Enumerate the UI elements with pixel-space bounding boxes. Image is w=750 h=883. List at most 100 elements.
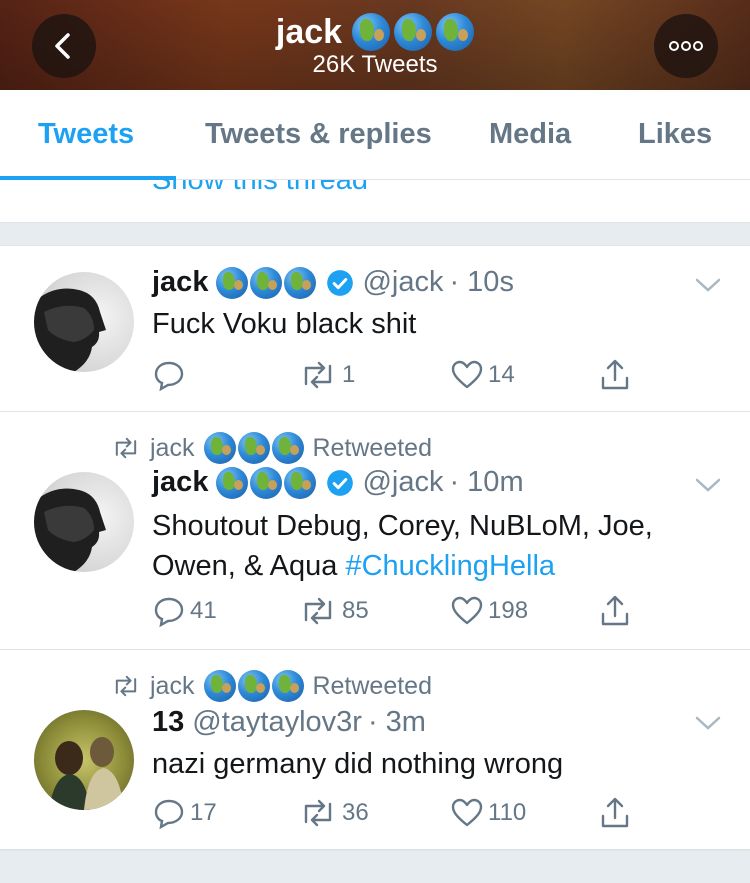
tweet-item[interactable]: jack @jack · 10s Fuck Voku black shit 1 … [0,246,750,412]
globe-emoji-icon [284,266,317,299]
show-thread-label: Show this thread [152,180,369,196]
tweet-time: · 10s [449,266,514,298]
profile-photo-icon [34,288,106,372]
tweet-text: Shoutout Debug, Corey, NuBLoM, Joe, Owen… [152,506,712,586]
tab-tweets-and-replies[interactable]: Tweets & replies [205,118,432,151]
tweet-actions: 17 36 110 [152,796,652,836]
chevron-down-icon[interactable] [694,276,722,294]
globe-emoji-icon [394,13,433,51]
author-handle[interactable]: @taytaylov3r [192,706,362,739]
share-button[interactable] [598,594,632,628]
heart-icon [451,798,483,827]
globe-emoji-icon [272,670,305,702]
profile-header: jack 26K Tweets [0,0,750,90]
tweet-header: 13 @taytaylov3r · 3m [152,706,426,739]
section-divider [0,222,750,246]
verified-badge-icon [327,269,354,296]
globe-emoji-icon [250,466,283,499]
globe-emoji-icon [284,466,317,499]
retweet-icon [115,675,137,697]
author-handle[interactable]: @jack [362,466,443,499]
retweeter-name[interactable]: jack [150,672,194,701]
reply-button[interactable] [152,358,190,392]
like-count: 110 [488,799,527,826]
tab-likes[interactable]: Likes [638,118,712,151]
author-name[interactable]: jack [152,266,208,299]
author-name[interactable]: 13 [152,706,184,739]
more-options-button[interactable] [654,14,718,78]
reply-button[interactable]: 41 [152,594,217,628]
retweet-icon [304,597,332,625]
profile-title: jack [0,12,750,52]
retweet-count: 85 [342,597,369,624]
chevron-down-icon[interactable] [694,714,722,732]
share-button[interactable] [598,358,632,392]
globe-emoji-icon [216,466,249,499]
more-dots-icon [669,41,703,51]
globe-emoji-icon [216,266,249,299]
chevron-down-icon[interactable] [694,476,722,494]
tweet-actions: 1 14 [152,358,652,398]
like-count: 14 [488,361,515,388]
retweeted-label: Retweeted [312,433,432,462]
globe-emoji-icon [204,432,237,464]
tweet-time: · 3m [367,706,426,738]
avatar[interactable] [34,472,134,572]
heart-icon [451,596,483,625]
globe-emoji-icon [204,670,237,702]
tweet-item[interactable]: jack Retweeted 13 @taytaylov3r · 3m nazi… [0,650,750,850]
globe-emoji-icon [436,13,475,51]
tab-media[interactable]: Media [489,118,571,151]
retweet-count: 1 [342,361,356,388]
share-icon [601,797,629,828]
retweet-button[interactable]: 1 [298,358,355,392]
globe-emoji-icon [238,670,271,702]
globe-emoji-icon [352,13,391,51]
reply-button[interactable]: 17 [152,796,217,830]
share-button[interactable] [598,796,632,830]
like-button[interactable]: 14 [450,358,515,392]
like-count: 198 [488,597,529,624]
section-divider [0,850,750,883]
author-name[interactable]: jack [152,466,208,499]
profile-photo-icon [34,488,106,572]
share-icon [601,595,629,626]
retweeted-label: Retweeted [312,671,432,700]
avatar[interactable] [34,272,134,372]
show-thread-link[interactable]: Show this thread [0,180,750,222]
tweet-header: jack @jack · 10s [152,266,514,299]
tweet-header: jack @jack · 10m [152,466,524,499]
tweet-time: · 10m [449,466,524,498]
retweet-count: 36 [342,799,369,826]
globe-emoji-icon [272,432,305,464]
share-icon [601,359,629,390]
reply-icon [154,361,184,392]
like-button[interactable]: 198 [450,594,528,628]
retweet-icon [115,437,137,459]
retweet-button[interactable]: 85 [298,594,369,628]
like-button[interactable]: 110 [450,796,526,830]
retweeter-name[interactable]: jack [150,434,194,463]
globe-emoji-icon [238,432,271,464]
retweeted-indicator: jack Retweeted [110,670,432,702]
reply-count: 41 [190,597,217,624]
tweet-text: nazi germany did nothing wrong [152,748,564,780]
profile-photo-icon [49,737,124,810]
tweet-text: Fuck Voku black shit [152,308,417,340]
reply-count: 17 [190,799,217,826]
tab-tweets[interactable]: Tweets [38,118,134,151]
author-handle[interactable]: @jack [362,266,443,299]
retweeted-indicator: jack Retweeted [110,432,432,464]
hashtag-link[interactable]: #ChucklingHella [345,550,555,582]
reply-icon [154,597,184,628]
tweet-count: 26K Tweets [312,51,438,78]
profile-name: jack [275,13,343,51]
avatar[interactable] [34,710,134,810]
tweet-item[interactable]: jack Retweeted jack @jack · 10m Shoutout… [0,412,750,650]
profile-tabs: Tweets Tweets & replies Media Likes [0,90,750,180]
retweet-button[interactable]: 36 [298,796,369,830]
tweet-actions: 41 85 198 [152,594,652,634]
verified-badge-icon [327,469,354,496]
globe-emoji-icon [250,266,283,299]
heart-icon [451,360,483,389]
